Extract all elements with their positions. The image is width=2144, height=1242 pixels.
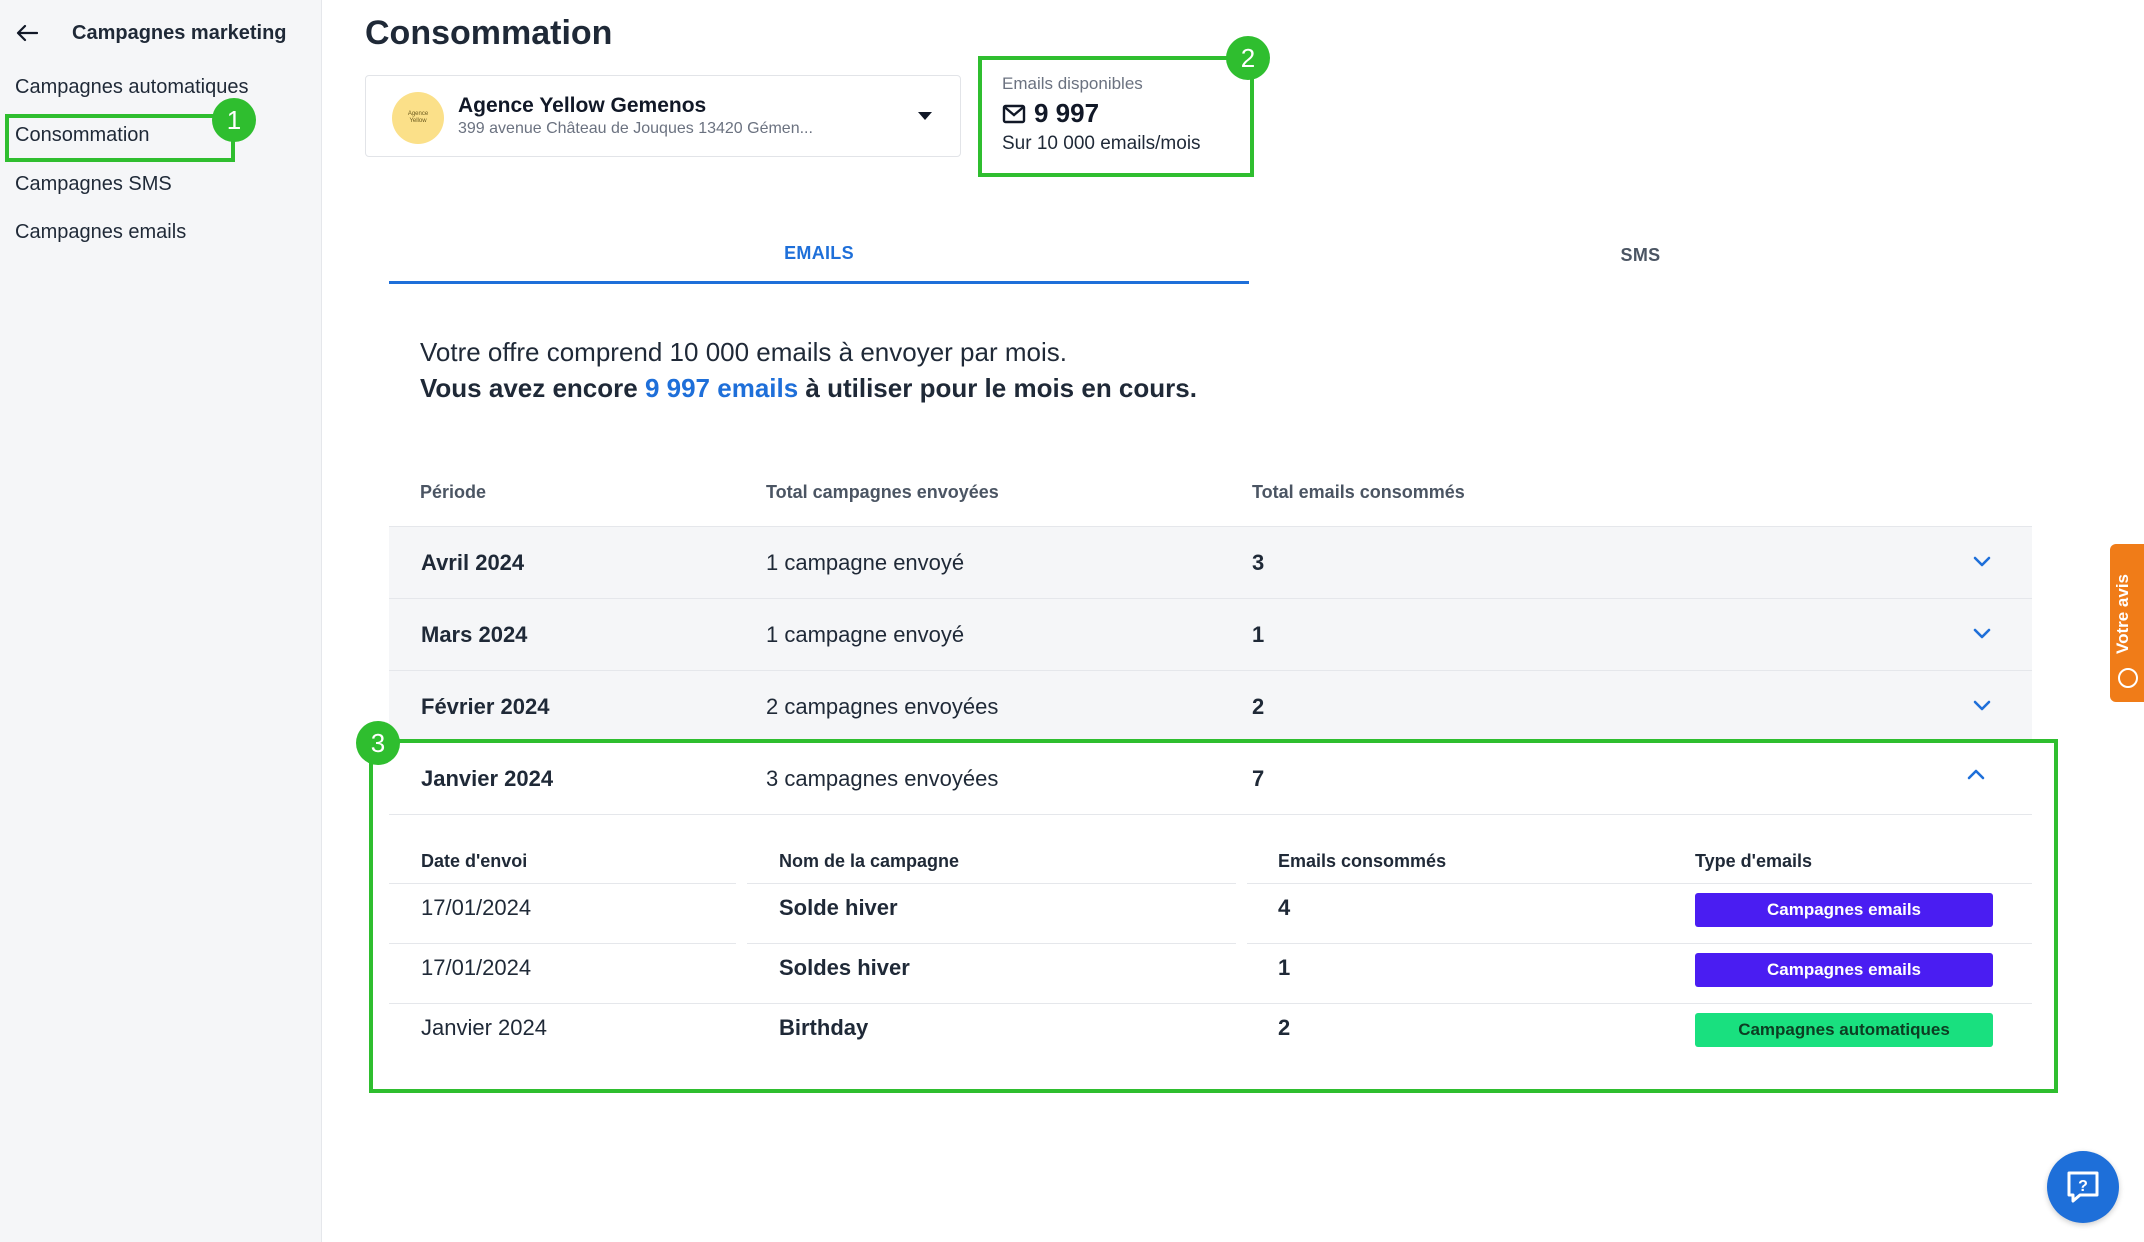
sub-row-name: Soldes hiver [779, 955, 910, 980]
feedback-tab[interactable]: Votre avis [2110, 544, 2144, 702]
sub-table-row: Janvier 2024 Birthday 2 Campagnes automa… [389, 1003, 2032, 1063]
row-emails: 2 [1252, 694, 1265, 719]
agency-logo-text-1: Agence [407, 111, 429, 117]
emails-available-label: Emails disponibles [1002, 74, 1143, 93]
column-header-campaigns: Total campagnes envoyées [766, 482, 999, 502]
table-row[interactable]: Février 2024 2 campagnes envoyées 2 [389, 670, 2032, 742]
emails-available-card: Emails disponibles 9 997 Sur 10 000 emai… [984, 60, 1252, 172]
row-emails: 3 [1252, 550, 1265, 575]
agency-address: 399 avenue Château de Jouques 13420 Géme… [458, 120, 813, 137]
agency-name: Agence Yellow Gemenos [458, 94, 707, 117]
row-campaigns: 1 campagne envoyé [766, 622, 965, 647]
mail-icon [1002, 104, 1026, 124]
column-header-emails: Total emails consommés [1252, 482, 1465, 502]
row-period: Avril 2024 [421, 550, 525, 575]
sub-row-name: Birthday [779, 1015, 869, 1040]
agency-logo: Agence Yellow [392, 92, 444, 144]
sub-table-row: 17/01/2024 Soldes hiver 1 Campagnes emai… [389, 943, 2032, 1003]
row-period: Janvier 2024 [421, 766, 554, 791]
expanded-row: Janvier 2024 3 campagnes envoyées 7 Date… [389, 743, 2032, 1083]
tab-sms[interactable]: SMS [1249, 226, 2032, 284]
help-chat-button[interactable]: ? [2047, 1151, 2119, 1223]
sidebar-item-campagnes-sms[interactable]: Campagnes SMS [15, 173, 172, 196]
chevron-down-icon[interactable] [1972, 555, 1992, 569]
offer-remaining-highlight: 9 997 emails [644, 373, 799, 403]
sidebar-title: Campagnes marketing [72, 21, 287, 44]
emails-available-value: 9 997 [1034, 98, 1100, 128]
row-emails: 7 [1252, 766, 1265, 791]
offer-summary: Votre offre comprend 10 000 emails à env… [420, 337, 1067, 367]
chevron-up-icon[interactable] [1966, 767, 1986, 781]
sub-row-emails: 2 [1278, 1015, 1291, 1040]
offer-remaining-suffix: à utiliser pour le mois en cours. [798, 373, 1197, 403]
sub-row-date: 17/01/2024 [421, 895, 532, 920]
chevron-down-icon[interactable] [1972, 699, 1992, 713]
emails-available-quota: Sur 10 000 emails/mois [1002, 133, 1201, 154]
agency-select[interactable]: Agence Yellow Agence Yellow Gemenos 399 … [365, 75, 961, 157]
offer-remaining-prefix: Vous avez encore [420, 373, 645, 403]
table-row[interactable]: Avril 2024 1 campagne envoyé 3 [389, 526, 2032, 598]
offer-remaining: Vous avez encore 9 997 emails à utiliser… [420, 373, 1197, 404]
sub-header-date: Date d'envoi [421, 851, 528, 871]
sidebar-item-campagnes-emails[interactable]: Campagnes emails [15, 221, 186, 244]
sub-table-row: 17/01/2024 Solde hiver 4 Campagnes email… [389, 883, 2032, 943]
tabs: EMAILS SMS [389, 226, 2032, 284]
sub-row-emails: 4 [1278, 895, 1291, 920]
row-campaigns: 3 campagnes envoyées [766, 766, 999, 791]
sidebar: Campagnes marketing Campagnes automatiqu… [0, 0, 322, 1242]
chevron-down-icon[interactable] [1972, 627, 1992, 641]
email-type-badge: Campagnes emails [1695, 893, 1993, 927]
row-campaigns: 2 campagnes envoyées [766, 694, 999, 719]
email-type-badge: Campagnes automatiques [1695, 1013, 1993, 1047]
sub-header-emails: Emails consommés [1278, 851, 1447, 871]
sub-header-type: Type d'emails [1695, 851, 1812, 871]
row-period: Février 2024 [421, 694, 550, 719]
sub-header-name: Nom de la campagne [779, 851, 960, 871]
sidebar-item-campagnes-automatiques[interactable]: Campagnes automatiques [15, 76, 248, 99]
table-row[interactable]: Mars 2024 1 campagne envoyé 1 [389, 598, 2032, 670]
sub-row-date: 17/01/2024 [421, 955, 532, 980]
sub-row-name: Solde hiver [779, 895, 898, 920]
feedback-label: Votre avis [2113, 573, 2132, 654]
arrow-left-icon[interactable] [14, 20, 40, 46]
row-period: Mars 2024 [421, 622, 528, 647]
email-type-badge: Campagnes emails [1695, 953, 1993, 987]
sub-row-emails: 1 [1278, 955, 1291, 980]
svg-text:?: ? [2078, 1178, 2088, 1195]
sidebar-header: Campagnes marketing [14, 18, 287, 48]
sub-row-date: Janvier 2024 [421, 1015, 547, 1040]
page-title: Consommation [365, 14, 613, 52]
feedback-icon [2118, 668, 2138, 688]
tab-emails[interactable]: EMAILS [389, 226, 1249, 284]
expanded-row-header[interactable]: Janvier 2024 3 campagnes envoyées 7 [389, 743, 2032, 815]
row-campaigns: 1 campagne envoyé [766, 550, 965, 575]
caret-down-icon [918, 112, 932, 120]
agency-logo-text-2: Yellow [409, 118, 427, 124]
help-chat-icon: ? [2067, 1171, 2099, 1203]
sidebar-item-consommation[interactable]: Consommation [15, 124, 150, 147]
column-header-period: Période [420, 482, 487, 502]
row-emails: 1 [1252, 622, 1265, 647]
